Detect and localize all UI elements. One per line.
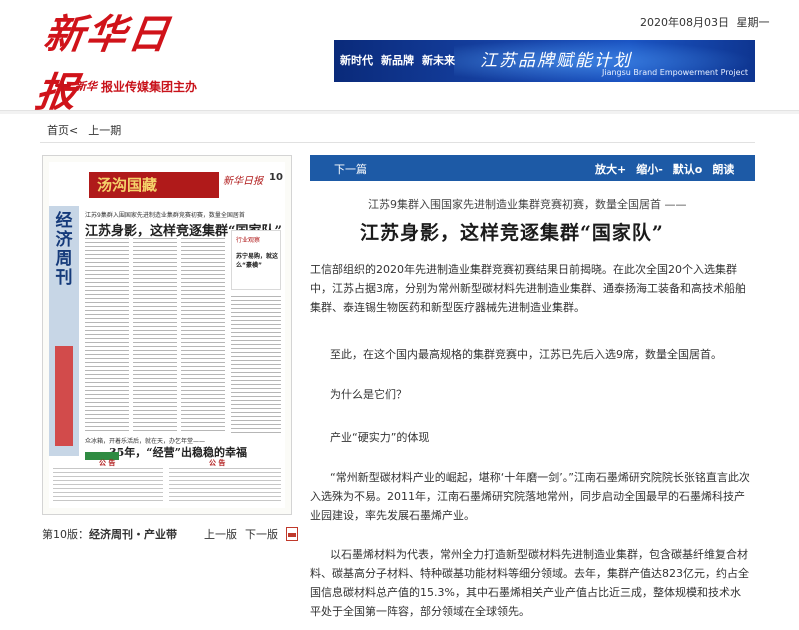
site-header: 新华日报 新华 报业传媒集团主办 2020年08月03日 星期一 新时代 新品牌… — [0, 0, 799, 116]
weekday-text: 星期一 — [736, 16, 770, 29]
article-paragraph: “常州新型碳材料产业的崛起，堪称‘十年磨一剑’。”江南石墨烯研究院院长张铭直言此… — [310, 471, 750, 522]
article-paragraph: 为什么是它们？ — [330, 388, 407, 401]
article-toolbar: 下一篇 放大+ 缩小- 默认o 朗读 — [310, 155, 755, 181]
slogan-item: 新时代 — [340, 54, 373, 67]
slogan-item: 新品牌 — [381, 54, 414, 67]
banner-subtitle: Jiangsu Brand Empowerment Project — [602, 68, 749, 77]
article-title: 江苏身影，这样竞逐集群“国家队” — [360, 222, 664, 244]
page-ad-title: 汤沟国藏 — [89, 172, 219, 198]
default-size-button[interactable]: 默认o — [673, 161, 703, 177]
slogan-item: 新未来 — [422, 54, 455, 67]
brand-banner[interactable]: 新时代 新品牌 新未来 江苏品牌赋能计划 Jiangsu Brand Empow… — [334, 40, 755, 82]
prev-page-link[interactable]: 上一版 — [204, 526, 237, 542]
breadcrumb-prev-issue-link[interactable]: 上一期 — [88, 122, 121, 138]
home-arrow-icon: < — [69, 124, 79, 137]
breadcrumb-divider — [40, 142, 755, 143]
breadcrumb-home-link[interactable]: 首页< — [47, 122, 78, 138]
edition-label: 第10版： — [42, 528, 89, 541]
page-side-story[interactable]: 行业观察 苏宁易购，就这么“豪横” — [231, 230, 281, 290]
date-text: 2020年08月03日 — [640, 16, 729, 29]
article-tools: 放大+ 缩小- 默认o 朗读 — [595, 161, 734, 177]
page-side-title: 经济周刊 — [55, 211, 73, 288]
next-article-link[interactable]: 下一篇 — [334, 161, 367, 177]
article-paragraph: 产业“硬实力”的体现 — [330, 431, 430, 444]
page-text-column — [231, 296, 281, 433]
article-paragraph: 工信部组织的2020年先进制造业集群竞赛初赛结果日前揭晓。在此次全国20个入选集… — [310, 263, 746, 314]
notice-title: 公 告 — [99, 459, 116, 467]
page-subheadline: 江苏9集群入围国家先进制造业集群竞赛初赛，数量全国居首 — [85, 212, 245, 219]
article-paragraph: 以石墨烯材料为代表，常州全力打造新型碳材料先进制造业集群，包含碳基纤维复合材料、… — [310, 548, 749, 618]
edition-bar: 第10版： 经济周刊・产业带 上一版 下一版 — [42, 526, 298, 542]
sponsor-line: 新华 报业传媒集团主办 — [55, 76, 197, 96]
edition-name[interactable]: 经济周刊・产业带 — [89, 526, 177, 542]
banner-slogans: 新时代 新品牌 新未来 — [340, 52, 455, 68]
page-number: 10 — [269, 172, 283, 183]
header-divider — [0, 110, 799, 114]
page-notices: 公 告 公 告 — [49, 458, 285, 508]
logo-text: 新华日报 — [32, 11, 174, 116]
page-masthead: 新华日报 — [223, 176, 263, 187]
breadcrumb: 首页< 上一期 — [47, 122, 121, 138]
sponsor-text: 报业传媒集团主办 — [101, 79, 198, 94]
next-page-link[interactable]: 下一版 — [245, 526, 278, 542]
read-aloud-button[interactable]: 朗读 — [712, 161, 734, 177]
side-story-title: 苏宁易购，就这么“豪横” — [236, 253, 279, 269]
newspaper-page: 汤沟国藏 新华日报 10 经济周刊 江苏9集群入围国家先进制造业集群竞赛初赛，数… — [49, 162, 285, 508]
newspaper-page-thumbnail[interactable]: 汤沟国藏 新华日报 10 经济周刊 江苏9集群入围国家先进制造业集群竞赛初赛，数… — [42, 155, 292, 515]
page-side-column: 经济周刊 — [49, 206, 79, 456]
zoom-in-button[interactable]: 放大+ — [595, 161, 626, 177]
page-text-column — [133, 238, 177, 433]
notice-body — [53, 468, 163, 504]
notice-body — [169, 468, 281, 504]
article-paragraph: 至此，在这个国内最高规格的集群竞赛中，江苏已先后入选9席，数量全国居首。 — [330, 348, 722, 361]
side-story-tag: 行业观察 — [236, 237, 261, 244]
xinhua-daily-logo[interactable]: 新华日报 — [33, 6, 190, 116]
sponsor-logo: 新华 — [75, 80, 97, 93]
edition-nav: 上一版 下一版 — [204, 526, 298, 542]
home-label: 首页 — [47, 124, 69, 137]
page-text-column — [85, 238, 129, 433]
sponsor-mark-icon — [55, 78, 71, 94]
page-text-column — [181, 238, 225, 433]
pdf-icon[interactable] — [286, 527, 298, 541]
page-side-tag — [55, 346, 73, 446]
article-subtitle: 江苏9集群入围国家先进制造业集群竞赛初赛，数量全国居首 —— — [368, 198, 687, 211]
zoom-out-button[interactable]: 缩小- — [636, 161, 663, 177]
notice-title: 公 告 — [209, 459, 226, 467]
issue-date: 2020年08月03日 星期一 — [640, 14, 774, 30]
